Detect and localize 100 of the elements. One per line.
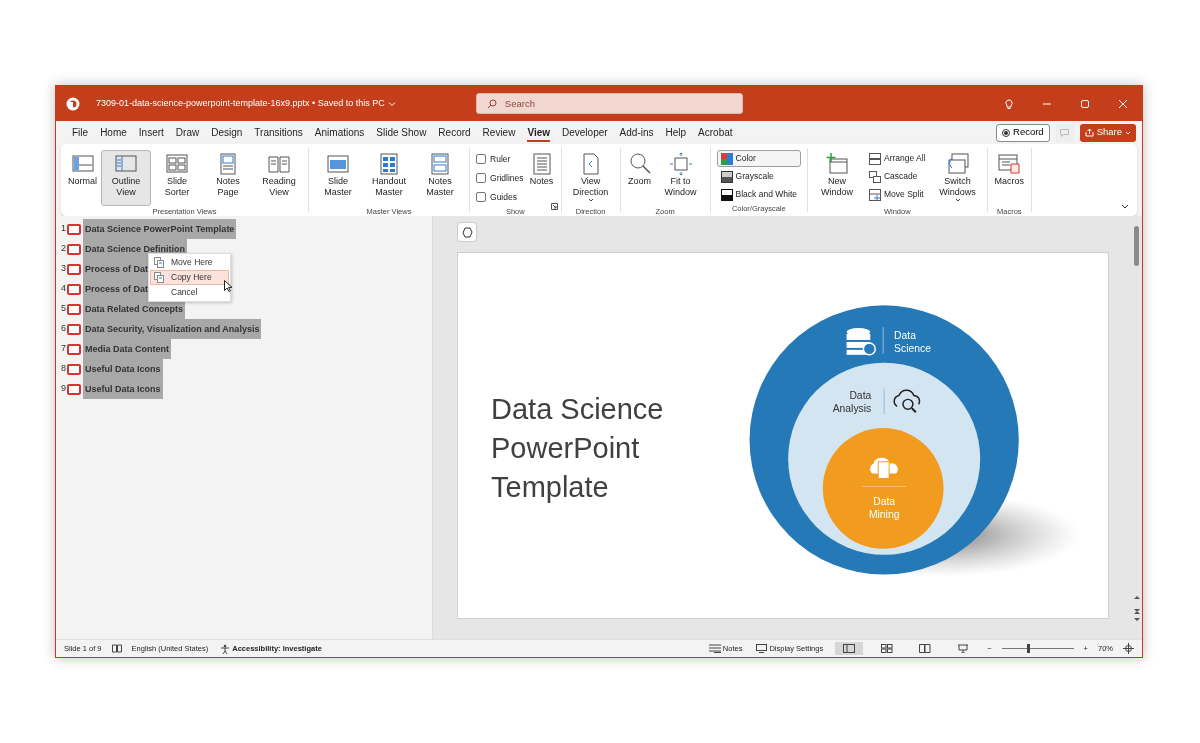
ribbon-button[interactable]: View Direction — [565, 150, 616, 206]
checkbox-label: Gridlines — [490, 171, 524, 185]
outline-title[interactable]: Data Science PowerPoint Template — [83, 219, 237, 239]
ribbon-button[interactable]: Grayscale — [716, 168, 801, 185]
outline-title[interactable]: Media Data Content — [83, 339, 171, 359]
slide-number: 4 — [60, 282, 66, 296]
menu-item[interactable]: Copy Here — [150, 270, 229, 285]
copilot-button[interactable] — [457, 222, 477, 242]
grayscale-icon — [720, 170, 733, 183]
page-icon — [428, 152, 452, 176]
ribbon-button[interactable]: Reading View — [254, 150, 304, 206]
monitor-icon — [756, 644, 768, 653]
menu-tab[interactable]: Developer — [556, 121, 614, 144]
cloud-document-icon — [869, 457, 898, 480]
magnifier-icon — [627, 152, 652, 176]
slide-title: Data Science PowerPoint Template — [491, 391, 665, 505]
menu-tab[interactable]: Help — [659, 121, 693, 144]
ribbon-button[interactable]: Zoom — [624, 150, 655, 206]
checkbox[interactable] — [476, 173, 486, 183]
ribbon-button[interactable]: Normal — [65, 150, 100, 206]
grid-icon — [377, 152, 401, 176]
contrast-icon — [720, 188, 733, 201]
macro-icon — [997, 152, 1022, 176]
accessibility-icon — [220, 643, 231, 654]
outline-title[interactable]: Process of Dat — [83, 259, 151, 279]
ribbon-button[interactable]: Color — [716, 150, 801, 167]
ribbon-button[interactable]: New Window — [812, 150, 862, 206]
menu-tab[interactable]: Home — [94, 121, 133, 144]
slide-number: 2 — [60, 242, 66, 256]
menu-tab[interactable]: Design — [205, 121, 249, 144]
cascade-icon — [869, 170, 881, 183]
record-button[interactable]: Record — [996, 123, 1050, 142]
collapse-ribbon-icon[interactable] — [1121, 204, 1129, 210]
ribbon-button[interactable]: Switch Windows — [932, 150, 983, 206]
fit-slide-icon[interactable] — [1123, 643, 1134, 654]
windows-icon — [945, 152, 970, 176]
cloud-search-icon — [893, 389, 921, 414]
ribbon-button[interactable]: Move Split — [865, 186, 930, 203]
share-button[interactable]: Share — [1079, 123, 1136, 142]
checkbox[interactable] — [476, 154, 486, 164]
close-icon[interactable] — [1118, 98, 1128, 109]
menu-tab[interactable]: Animations — [308, 121, 371, 144]
ribbon-button[interactable]: Notes Page — [203, 150, 253, 206]
ribbon-button[interactable]: Arrange All — [865, 150, 930, 167]
ribbon-button[interactable]: Handout Master — [364, 150, 414, 206]
copy-icon — [154, 257, 165, 268]
ribbon-button[interactable]: Macros — [991, 150, 1028, 206]
chevron-down-icon — [1125, 129, 1131, 136]
slide-icon — [67, 323, 81, 335]
ribbon-button[interactable]: Slide Master — [313, 150, 363, 206]
diagram-label: Data — [893, 330, 916, 341]
menu-tab[interactable]: Insert — [132, 121, 170, 144]
slide-number: 9 — [60, 382, 66, 396]
checkbox[interactable] — [476, 192, 486, 202]
ribbon-button[interactable]: Notes — [526, 150, 557, 206]
diagram-label: Data — [873, 496, 895, 508]
slide-number: 7 — [60, 342, 66, 356]
book-icon[interactable] — [111, 644, 122, 653]
outline-title[interactable]: Data Related Concepts — [83, 299, 186, 319]
dialog-launcher-icon[interactable] — [550, 203, 558, 210]
search-field[interactable]: Search — [475, 93, 743, 114]
ribbon-button[interactable]: Fit to Window — [655, 150, 706, 206]
slide-icon — [67, 363, 81, 375]
slide-icon — [67, 343, 81, 355]
book-icon[interactable] — [919, 644, 932, 653]
ribbon-button[interactable]: Black and White — [716, 186, 801, 203]
presenter-icon[interactable] — [957, 644, 970, 653]
app-logo-icon — [66, 96, 80, 111]
lightbulb-icon[interactable] — [1004, 98, 1014, 109]
outline-title[interactable]: Useful Data Icons — [83, 359, 163, 379]
ribbon-button[interactable]: Slide Sorter — [152, 150, 202, 206]
maximize-icon[interactable] — [1080, 98, 1090, 109]
slide-number: 8 — [60, 362, 66, 376]
menu-tab[interactable]: Draw — [169, 121, 206, 144]
ribbon-button[interactable]: Cascade — [865, 168, 930, 185]
slide-icon — [67, 383, 81, 395]
scrollbar-thumb[interactable] — [1134, 226, 1139, 266]
outline-title[interactable]: Process of Dat — [83, 279, 151, 299]
zoom-slider-thumb[interactable] — [1026, 644, 1030, 653]
notes-icon — [708, 644, 721, 653]
menu-tab[interactable]: Transitions — [248, 121, 309, 144]
diagram-label: Mining — [868, 509, 900, 521]
slide-icon — [67, 303, 81, 315]
outline-title[interactable]: Useful Data Icons — [83, 379, 163, 399]
menu-tab[interactable]: View — [521, 121, 556, 144]
grid-icon — [165, 152, 189, 176]
menu-tab[interactable]: Record — [432, 121, 477, 144]
outline-title[interactable]: Data Security, Visualization and Analysis — [83, 319, 262, 339]
share-icon — [1084, 128, 1094, 137]
menu-tab[interactable]: File — [66, 121, 95, 144]
slide-number: 6 — [60, 322, 66, 336]
diagram-label: Data — [849, 390, 872, 402]
menu-tab[interactable]: Slide Show — [370, 121, 433, 144]
grid-icon[interactable] — [881, 644, 894, 653]
normal-view-icon[interactable] — [843, 644, 856, 653]
menu-tab[interactable]: Add-ins — [613, 121, 660, 144]
menu-tab[interactable]: Review — [476, 121, 522, 144]
ribbon-button[interactable]: Notes Master — [415, 150, 465, 206]
menu-tab[interactable]: Acrobat — [692, 121, 739, 144]
ribbon-button[interactable]: Outline View — [101, 150, 151, 206]
